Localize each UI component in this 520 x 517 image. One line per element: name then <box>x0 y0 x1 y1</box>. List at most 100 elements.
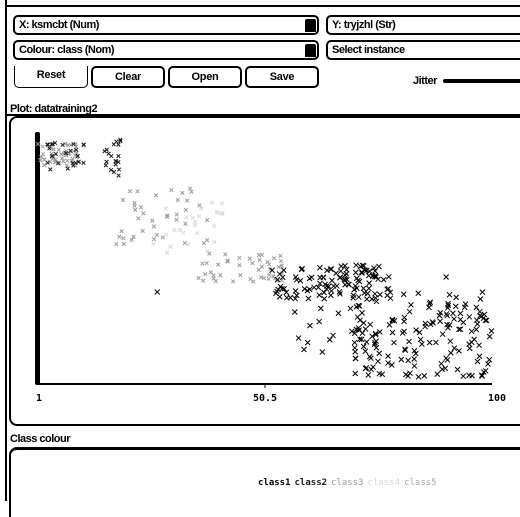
data-point <box>238 273 243 278</box>
data-point <box>326 336 333 343</box>
data-point <box>121 241 126 247</box>
data-point <box>140 228 145 234</box>
legend-item-class2[interactable]: class2 <box>295 478 328 488</box>
data-point <box>269 267 275 274</box>
data-point <box>444 312 451 319</box>
data-point <box>362 348 369 355</box>
legend-item-class3[interactable]: class3 <box>331 478 364 488</box>
data-point <box>56 147 61 152</box>
data-point <box>131 234 136 239</box>
data-point <box>451 316 457 322</box>
data-point <box>164 250 170 255</box>
data-point <box>65 158 70 163</box>
data-point <box>330 332 336 339</box>
data-point <box>476 342 482 349</box>
data-point <box>129 237 134 243</box>
legend-item-class4[interactable]: class4 <box>368 478 401 488</box>
data-point <box>443 311 450 317</box>
data-point <box>42 162 47 168</box>
data-point <box>454 366 461 373</box>
data-point <box>138 205 144 210</box>
data-point <box>183 221 188 226</box>
data-point <box>65 166 70 171</box>
data-point <box>385 353 391 359</box>
data-point <box>116 167 122 172</box>
data-point <box>64 163 69 168</box>
data-point <box>401 314 408 321</box>
data-point <box>237 263 242 268</box>
data-point <box>73 160 78 166</box>
x-tick-label: 100 <box>488 393 506 404</box>
data-point <box>186 242 191 247</box>
data-point <box>398 356 405 363</box>
data-point <box>342 281 349 288</box>
data-point <box>368 355 374 362</box>
data-point <box>219 201 225 206</box>
data-point <box>257 257 262 263</box>
data-point <box>481 311 488 318</box>
data-point <box>153 193 159 198</box>
data-point <box>360 285 367 292</box>
data-point <box>360 320 367 326</box>
data-point <box>53 151 58 157</box>
data-point <box>351 339 358 346</box>
data-point <box>317 274 323 281</box>
data-point <box>447 338 454 345</box>
data-point <box>446 291 453 298</box>
data-point <box>473 304 480 311</box>
data-point <box>477 296 484 302</box>
data-point <box>111 169 117 175</box>
data-point <box>163 206 168 211</box>
data-point <box>195 230 200 236</box>
data-point <box>329 277 335 284</box>
data-point <box>474 321 481 327</box>
data-point <box>321 295 328 302</box>
data-point <box>405 357 411 364</box>
data-point <box>452 303 459 310</box>
class-colour-title: Class colour <box>10 433 71 445</box>
data-point <box>200 261 205 266</box>
data-point <box>407 370 413 377</box>
data-point <box>352 370 359 377</box>
data-point <box>370 364 376 370</box>
data-point <box>192 223 198 228</box>
data-point <box>330 283 337 289</box>
data-point <box>365 372 372 378</box>
data-point <box>415 374 422 380</box>
data-point <box>375 358 381 365</box>
data-point <box>391 339 397 346</box>
data-point <box>177 227 183 232</box>
data-point <box>295 335 302 341</box>
data-point <box>338 263 345 270</box>
data-point <box>212 223 217 229</box>
data-point <box>204 260 209 266</box>
data-point <box>316 292 323 298</box>
data-point <box>372 290 378 297</box>
data-point <box>342 272 348 279</box>
data-point <box>460 319 467 326</box>
data-point <box>207 251 212 256</box>
data-point <box>434 371 441 377</box>
data-point <box>190 215 195 221</box>
data-point <box>355 294 362 300</box>
data-point <box>218 273 223 278</box>
data-point <box>291 309 298 315</box>
data-point <box>347 305 354 312</box>
data-point <box>337 268 344 274</box>
data-point <box>150 218 155 223</box>
data-point <box>304 339 311 346</box>
data-point <box>316 318 323 325</box>
legend-item-class5[interactable]: class5 <box>404 478 437 488</box>
data-point <box>108 167 114 173</box>
data-point <box>337 274 343 281</box>
data-point <box>364 296 370 302</box>
data-point <box>183 207 188 213</box>
data-point <box>133 207 138 213</box>
data-point <box>103 163 108 168</box>
data-point <box>353 262 359 269</box>
legend-item-class1[interactable]: class1 <box>258 478 291 488</box>
data-point <box>169 187 174 193</box>
scatter-plot[interactable]: 1 50.5 100 <box>0 0 520 501</box>
data-point <box>297 277 304 284</box>
data-point <box>214 209 219 214</box>
